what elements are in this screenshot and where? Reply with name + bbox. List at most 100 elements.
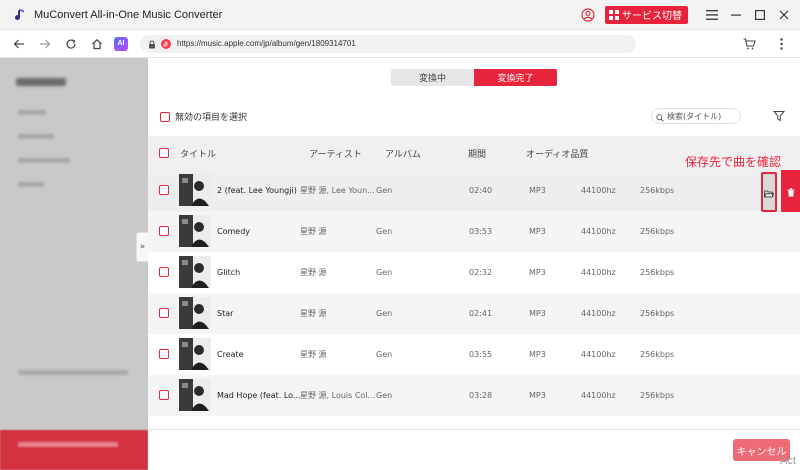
- search-placeholder: 検索(タイトル): [667, 111, 722, 121]
- minimize-icon[interactable]: [724, 0, 748, 30]
- cell-album: Gen: [376, 227, 393, 236]
- cell-duration: 03:28: [469, 391, 493, 400]
- album-artwork-thumbnail: [179, 256, 211, 288]
- album-artwork-thumbnail: [179, 338, 211, 370]
- row-checkbox[interactable]: [159, 226, 169, 236]
- user-account-icon[interactable]: [579, 6, 597, 24]
- grid-icon: [609, 9, 619, 20]
- cell-bitrate: 256kbps: [640, 309, 675, 318]
- search-input[interactable]: 検索(タイトル): [651, 108, 741, 124]
- cell-title: Mad Hope (feat. Lo...: [217, 391, 301, 400]
- cell-format: MP3: [529, 391, 546, 400]
- folder-open-icon: [764, 183, 775, 202]
- conversion-panel: 変換中 変換完了 無効の項目を選択 検索(タイトル) タイトル アーティスト ア…: [148, 58, 800, 470]
- cell-bitrate: 256kbps: [640, 268, 675, 277]
- row-checkbox[interactable]: [159, 308, 169, 318]
- cell-artist: 星野 源: [300, 309, 327, 318]
- cell-format: MP3: [529, 227, 546, 236]
- forward-icon[interactable]: [34, 33, 56, 55]
- switch-service-label: サービス切替: [622, 11, 682, 22]
- app-title: MuConvert All-in-One Music Converter: [34, 8, 223, 21]
- cell-album: Gen: [376, 350, 393, 359]
- open-output-folder-button[interactable]: [761, 172, 777, 212]
- tab-converted[interactable]: 変換完了: [474, 69, 557, 86]
- url-bar[interactable]: https://music.apple.com/jp/album/gen/180…: [140, 34, 636, 53]
- footer-divider: [148, 429, 800, 430]
- table-row[interactable]: Comedy 星野 源 Gen 03:53 MP3 44100hz 256kbps: [148, 211, 800, 252]
- cell-duration: 02:40: [469, 186, 493, 195]
- table-row[interactable]: Star 星野 源 Gen 02:41 MP3 44100hz 256kbps: [148, 293, 800, 334]
- delete-button[interactable]: [781, 170, 800, 212]
- close-icon[interactable]: [772, 0, 796, 30]
- cell-format: MP3: [529, 350, 546, 359]
- header-title[interactable]: タイトル: [180, 136, 216, 170]
- select-all-checkbox[interactable]: [159, 148, 169, 158]
- cell-title: Create: [217, 350, 244, 359]
- cell-format: MP3: [529, 268, 546, 277]
- header-album[interactable]: アルバム: [385, 136, 421, 170]
- cell-samplerate: 44100hz: [581, 186, 616, 195]
- cell-bitrate: 256kbps: [640, 227, 675, 236]
- header-duration[interactable]: 期間: [468, 136, 486, 170]
- cell-artist: 星野 源, Lee Youn...: [300, 186, 375, 195]
- header-artist[interactable]: アーティスト: [309, 136, 362, 170]
- more-options-icon[interactable]: [770, 33, 792, 55]
- filter-icon[interactable]: [772, 109, 786, 123]
- cell-album: Gen: [376, 391, 393, 400]
- ai-assistant-icon[interactable]: AI: [114, 36, 128, 51]
- album-artwork-thumbnail: [179, 379, 211, 411]
- double-chevron-right-icon: »: [139, 242, 146, 252]
- tab-converting[interactable]: 変換中: [391, 69, 474, 86]
- back-icon[interactable]: [8, 33, 30, 55]
- row-checkbox[interactable]: [159, 390, 169, 400]
- reload-icon[interactable]: [60, 33, 82, 55]
- trash-icon: [787, 182, 795, 201]
- cell-samplerate: 44100hz: [581, 350, 616, 359]
- cell-duration: 03:55: [469, 350, 493, 359]
- home-icon[interactable]: [86, 33, 108, 55]
- cell-title: Star: [217, 309, 234, 318]
- cell-artist: 星野 源: [300, 268, 327, 277]
- cell-album: Gen: [376, 309, 393, 318]
- lock-icon: [148, 34, 156, 53]
- cell-artist: 星野 源: [300, 227, 327, 236]
- cell-duration: 02:32: [469, 268, 493, 277]
- album-artwork-thumbnail: [179, 174, 211, 206]
- expand-panel-handle[interactable]: »: [136, 232, 148, 262]
- cell-title: Comedy: [217, 227, 251, 236]
- cell-artist: 星野 源: [300, 350, 327, 359]
- select-invalid-row: 無効の項目を選択: [160, 110, 247, 123]
- table-row[interactable]: Glitch 星野 源 Gen 02:32 MP3 44100hz 256kbps: [148, 252, 800, 293]
- row-checkbox[interactable]: [159, 349, 169, 359]
- search-icon: [656, 107, 664, 126]
- cell-bitrate: 256kbps: [640, 186, 675, 195]
- table-row[interactable]: Mad Hope (feat. Lo... 星野 源, Louis Col... G…: [148, 375, 800, 416]
- header-audio-quality: オーディオ品質: [526, 149, 589, 160]
- cell-bitrate: 256kbps: [640, 391, 675, 400]
- maximize-icon[interactable]: [748, 0, 772, 30]
- cell-artist: 星野 源, Louis Col...: [300, 391, 376, 400]
- row-checkbox[interactable]: [159, 267, 169, 277]
- url-text: https://music.apple.com/jp/album/gen/180…: [177, 39, 356, 48]
- menu-icon[interactable]: [700, 0, 724, 30]
- table-row[interactable]: 2 (feat. Lee Youngji) 星野 源, Lee Youn... Ge…: [148, 170, 800, 211]
- switch-service-button[interactable]: サービス切替: [605, 5, 688, 24]
- table-row[interactable]: Create 星野 源 Gen 03:55 MP3 44100hz 256kbps: [148, 334, 800, 375]
- cell-samplerate: 44100hz: [581, 391, 616, 400]
- row-checkbox[interactable]: [159, 185, 169, 195]
- title-bar: MuConvert All-in-One Music Converter サービ…: [0, 0, 800, 30]
- album-artwork-thumbnail: [179, 297, 211, 329]
- apple-music-icon: [161, 38, 171, 49]
- blurred-background-sidebar: [0, 58, 148, 470]
- cell-album: Gen: [376, 268, 393, 277]
- cart-icon[interactable]: [738, 33, 760, 55]
- address-bar: AI https://music.apple.com/jp/album/gen/…: [0, 30, 800, 58]
- status-tabs: 変換中 変換完了: [391, 69, 557, 86]
- select-invalid-checkbox[interactable]: [160, 111, 170, 122]
- app-logo-icon: [12, 8, 26, 22]
- cell-duration: 02:41: [469, 309, 493, 318]
- album-artwork-thumbnail: [179, 215, 211, 247]
- cell-title: Glitch: [217, 268, 241, 277]
- cell-bitrate: 256kbps: [640, 350, 675, 359]
- activation-watermark: Act: [780, 455, 796, 467]
